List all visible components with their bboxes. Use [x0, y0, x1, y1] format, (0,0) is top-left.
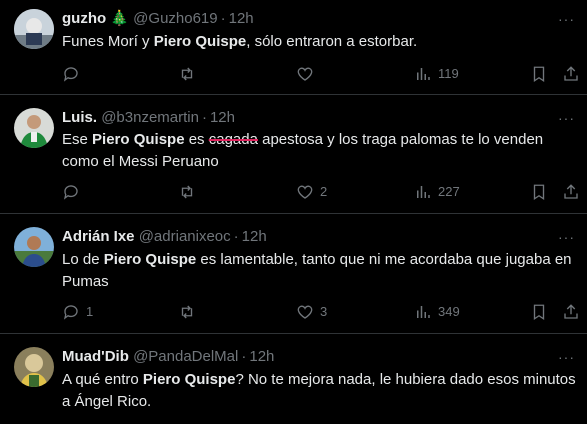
- share-button[interactable]: [562, 302, 580, 322]
- highlight-term: Piero Quispe: [103, 251, 197, 268]
- text-segment: Ese: [62, 131, 93, 148]
- text-segment: A qué entro: [62, 371, 143, 388]
- reply-button[interactable]: [62, 64, 86, 84]
- tweet-header: Luis. @b3nzemartin · 12h: [62, 109, 235, 127]
- share-button[interactable]: [562, 64, 580, 84]
- tweet-feed: guzho 🎄 @Guzho619 · 12h ··· Funes Morí y P…: [0, 0, 587, 415]
- reply-count: 1: [86, 304, 94, 319]
- tweet-header: Muad'Dib @PandaDelMal · 12h: [62, 348, 274, 366]
- like-button[interactable]: 3: [296, 302, 327, 322]
- avatar[interactable]: [14, 227, 54, 267]
- tweet[interactable]: Adrián Ixe @adrianixeoc · 12h ··· Lo de Pi…: [0, 214, 587, 334]
- retweet-icon: [181, 185, 193, 199]
- retweet-button[interactable]: [178, 64, 202, 84]
- views-chart-icon: [417, 68, 430, 80]
- text-segment: , sólo entraron a estorbar.: [246, 33, 418, 50]
- like-count: 3: [320, 304, 328, 319]
- retweet-button[interactable]: [178, 182, 202, 202]
- share-button[interactable]: [562, 182, 580, 202]
- like-button[interactable]: 2: [296, 182, 327, 202]
- heart-icon: [297, 305, 313, 319]
- retweet-icon: [181, 67, 193, 81]
- views-button[interactable]: 349: [414, 302, 460, 322]
- text-segment: es: [184, 131, 209, 148]
- more-options-button[interactable]: ···: [558, 348, 575, 366]
- share-icon: [564, 304, 578, 319]
- tweet-text: Lo de Piero Quispe es lamentable, tanto …: [62, 249, 577, 293]
- share-icon: [564, 66, 578, 81]
- text-segment: Lo de: [62, 251, 104, 268]
- view-count: 227: [438, 184, 460, 199]
- bookmark-button[interactable]: [530, 182, 548, 202]
- heart-icon: [297, 67, 313, 81]
- timestamp[interactable]: 12h: [229, 10, 254, 27]
- highlight-term: Piero Quispe: [153, 33, 247, 50]
- more-options-button[interactable]: ···: [558, 109, 575, 127]
- avatar[interactable]: [14, 9, 54, 49]
- bookmark-icon: [533, 184, 545, 201]
- reply-button[interactable]: 1: [62, 302, 93, 322]
- display-name[interactable]: Luis.: [62, 109, 97, 126]
- misspelled-word: cagada: [208, 131, 258, 148]
- timestamp[interactable]: 12h: [242, 228, 267, 245]
- avatar[interactable]: [14, 108, 54, 148]
- display-name[interactable]: guzho 🎄: [62, 10, 129, 27]
- tweet-text: Funes Morí y Piero Quispe, sólo entraron…: [62, 31, 577, 53]
- heart-icon: [297, 185, 313, 199]
- user-handle[interactable]: @adrianixeoc: [139, 228, 231, 245]
- more-options-button[interactable]: ···: [558, 228, 575, 246]
- bookmark-icon: [533, 66, 545, 83]
- more-options-button[interactable]: ···: [558, 10, 575, 28]
- avatar[interactable]: [14, 347, 54, 387]
- separator-dot: ·: [201, 109, 207, 126]
- views-button[interactable]: 119: [414, 64, 459, 84]
- bookmark-button[interactable]: [530, 302, 548, 322]
- timestamp[interactable]: 12h: [210, 109, 235, 126]
- text-segment: Funes Morí y: [62, 33, 154, 50]
- display-name[interactable]: Muad'Dib: [62, 348, 129, 365]
- user-handle[interactable]: @b3nzemartin: [101, 109, 199, 126]
- tweet-text: Ese Piero Quispe es cagada apestosa y lo…: [62, 129, 577, 173]
- retweet-button[interactable]: [178, 302, 202, 322]
- highlight-term: Piero Quispe: [142, 371, 236, 388]
- reply-icon: [63, 305, 78, 320]
- timestamp[interactable]: 12h: [249, 348, 274, 365]
- tweet-header: Adrián Ixe @adrianixeoc · 12h: [62, 228, 267, 246]
- separator-dot: ·: [220, 10, 226, 27]
- view-count: 349: [438, 304, 460, 319]
- separator-dot: ·: [233, 228, 239, 245]
- bookmark-button[interactable]: [530, 64, 548, 84]
- tweet-header: guzho 🎄 @Guzho619 · 12h: [62, 10, 254, 28]
- user-handle[interactable]: @Guzho619: [133, 10, 217, 27]
- views-chart-icon: [417, 306, 430, 318]
- tweet-actions: 1 3 349: [62, 302, 587, 322]
- tweet[interactable]: guzho 🎄 @Guzho619 · 12h ··· Funes Morí y P…: [0, 0, 587, 95]
- reply-icon: [63, 67, 78, 82]
- highlight-term: Piero Quispe: [92, 131, 185, 148]
- tweet-text: A qué entro Piero Quispe? No te mejora n…: [62, 369, 577, 413]
- reply-icon: [63, 185, 78, 200]
- tweet-actions: 2 227: [62, 182, 587, 202]
- views-chart-icon: [417, 186, 430, 198]
- bookmark-icon: [533, 304, 545, 321]
- share-icon: [564, 184, 578, 199]
- tweet[interactable]: Muad'Dib @PandaDelMal · 12h ··· A qué entr…: [0, 334, 587, 424]
- tweet-actions: 119: [62, 64, 587, 84]
- like-button[interactable]: [296, 64, 320, 84]
- view-count: 119: [438, 66, 459, 81]
- user-handle[interactable]: @PandaDelMal: [133, 348, 238, 365]
- like-count: 2: [320, 184, 328, 199]
- retweet-icon: [181, 305, 193, 319]
- display-name[interactable]: Adrián Ixe: [62, 228, 135, 245]
- tweet[interactable]: Luis. @b3nzemartin · 12h ··· Ese Piero Qui…: [0, 95, 587, 214]
- separator-dot: ·: [241, 348, 247, 365]
- views-button[interactable]: 227: [414, 182, 460, 202]
- reply-button[interactable]: [62, 182, 86, 202]
